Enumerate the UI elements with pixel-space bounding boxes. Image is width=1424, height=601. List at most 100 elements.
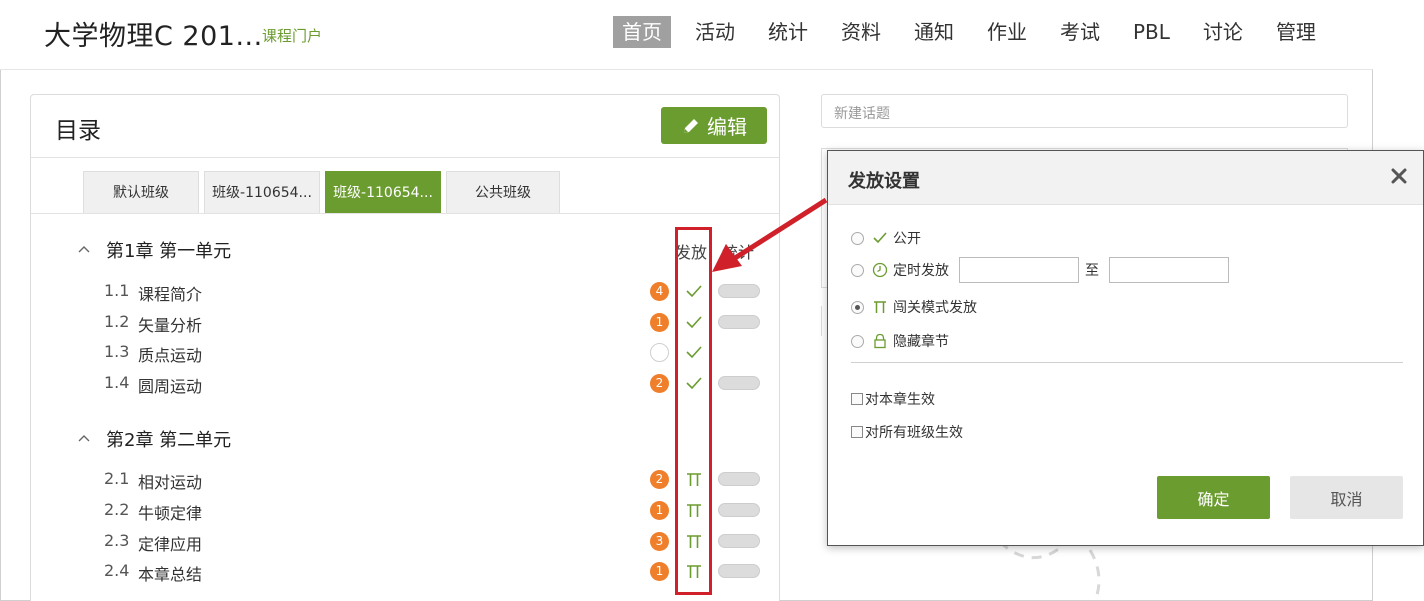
option-public[interactable]: 公开 xyxy=(851,227,921,249)
edit-button[interactable]: 编辑 xyxy=(661,107,767,144)
section-count-badge: 1 xyxy=(650,562,669,581)
chapter-header[interactable]: 第2章 第二单元 xyxy=(78,426,231,452)
new-topic-input[interactable]: 新建话题 xyxy=(821,94,1348,128)
nav-item[interactable]: 考试 xyxy=(1051,16,1109,48)
nav-item[interactable]: 资料 xyxy=(832,16,890,48)
section-name[interactable]: 矢量分析 xyxy=(138,312,202,336)
class-tab[interactable]: 班级-110654... xyxy=(204,171,320,213)
dialog-divider xyxy=(851,362,1403,363)
nav-item[interactable]: PBL xyxy=(1124,16,1179,48)
checkbox-this-chapter[interactable] xyxy=(851,393,863,405)
section-name[interactable]: 相对运动 xyxy=(138,469,202,493)
stats-toggle[interactable] xyxy=(718,534,760,548)
class-tab[interactable]: 默认班级 xyxy=(83,171,199,213)
close-icon[interactable] xyxy=(1388,165,1410,187)
catalog-divider xyxy=(31,157,779,158)
section-number: 1.3 xyxy=(104,342,130,361)
release-settings-dialog: 发放设置 公开 定时发放 至 闯关模式发放 隐藏章节 对本章生效 对所有班级生效… xyxy=(827,150,1424,546)
section-name[interactable]: 本章总结 xyxy=(138,561,202,585)
edit-button-label: 编辑 xyxy=(707,115,747,139)
dialog-title: 发放设置 xyxy=(848,171,920,192)
chapter-header[interactable]: 第1章 第一单元 xyxy=(78,237,231,263)
radio-hidden[interactable] xyxy=(851,334,864,348)
section-row[interactable]: 1.3 质点运动 xyxy=(104,340,764,366)
nav-item[interactable]: 活动 xyxy=(686,16,744,48)
column-header-stats: 统计 xyxy=(722,243,755,262)
timed-start-input[interactable] xyxy=(959,257,1079,283)
cancel-button[interactable]: 取消 xyxy=(1290,476,1403,519)
chevron-up-icon[interactable] xyxy=(78,244,90,256)
section-row[interactable]: 2.4 本章总结 1 xyxy=(104,559,764,585)
stats-toggle[interactable] xyxy=(718,472,760,486)
section-number: 2.4 xyxy=(104,561,130,580)
option-timed[interactable]: 定时发放 至 xyxy=(851,257,1229,283)
checkbox-all-classes[interactable] xyxy=(851,426,863,438)
radio-public[interactable] xyxy=(851,231,864,245)
tabs-divider xyxy=(31,213,779,214)
clock-icon xyxy=(872,262,888,278)
course-portal-link[interactable]: 课程门户 xyxy=(262,25,322,46)
checkbox-row-chapter[interactable]: 对本章生效 xyxy=(851,389,935,409)
timed-to-label: 至 xyxy=(1085,263,1099,279)
stats-toggle[interactable] xyxy=(718,284,760,298)
nav-item[interactable]: 首页 xyxy=(613,16,671,48)
option-gate[interactable]: 闯关模式发放 xyxy=(851,296,977,318)
section-count-badge: 3 xyxy=(650,532,669,551)
stats-toggle[interactable] xyxy=(718,503,760,517)
option-public-label: 公开 xyxy=(893,231,921,247)
pencil-icon xyxy=(684,118,698,133)
section-row[interactable]: 2.1 相对运动 2 xyxy=(104,467,764,493)
stats-toggle[interactable] xyxy=(718,315,760,329)
nav-item[interactable]: 管理 xyxy=(1267,16,1325,48)
option-timed-label: 定时发放 xyxy=(893,263,949,279)
section-row[interactable]: 1.1 课程简介 4 xyxy=(104,279,764,305)
section-name[interactable]: 牛顿定律 xyxy=(138,500,202,524)
timed-end-input[interactable] xyxy=(1109,257,1229,283)
radio-timed[interactable] xyxy=(851,263,864,277)
section-name[interactable]: 圆周运动 xyxy=(138,373,202,397)
section-number: 1.1 xyxy=(104,281,130,300)
confirm-button[interactable]: 确定 xyxy=(1157,476,1270,519)
chapter-title: 第2章 第二单元 xyxy=(106,430,232,451)
option-hidden[interactable]: 隐藏章节 xyxy=(851,330,949,352)
class-tab[interactable]: 班级-110654... xyxy=(325,171,441,213)
lock-icon xyxy=(874,333,886,349)
nav-item[interactable]: 通知 xyxy=(905,16,963,48)
nav-item[interactable]: 讨论 xyxy=(1194,16,1252,48)
chevron-up-icon[interactable] xyxy=(78,433,90,445)
nav-item[interactable]: 统计 xyxy=(759,16,817,48)
main-nav: 首页 活动 统计 资料 通知 作业 考试 PBL 讨论 管理 xyxy=(613,16,1340,48)
section-count-badge xyxy=(650,343,669,362)
section-row[interactable]: 1.4 圆周运动 2 xyxy=(104,371,764,397)
class-tab[interactable]: 公共班级 xyxy=(446,171,560,213)
section-count-badge: 2 xyxy=(650,470,669,489)
section-number: 2.1 xyxy=(104,469,130,488)
section-count-badge: 1 xyxy=(650,313,669,332)
section-count-badge: 1 xyxy=(650,501,669,520)
section-number: 2.3 xyxy=(104,531,130,550)
section-row[interactable]: 2.3 定律应用 3 xyxy=(104,529,764,555)
radio-gate[interactable] xyxy=(851,300,864,314)
checkbox-all-classes-label: 对所有班级生效 xyxy=(865,425,963,441)
option-gate-label: 闯关模式发放 xyxy=(893,300,977,316)
section-row[interactable]: 2.2 牛顿定律 1 xyxy=(104,498,764,524)
option-hidden-label: 隐藏章节 xyxy=(893,334,949,350)
section-name[interactable]: 定律应用 xyxy=(138,531,202,555)
stats-toggle[interactable] xyxy=(718,376,760,390)
release-column-highlight xyxy=(675,227,712,595)
decorative-dashed-curve xyxy=(998,540,1101,601)
section-name[interactable]: 质点运动 xyxy=(138,342,202,366)
check-icon xyxy=(873,232,887,244)
gate-icon xyxy=(874,301,886,313)
checkbox-this-chapter-label: 对本章生效 xyxy=(865,392,935,408)
nav-item[interactable]: 作业 xyxy=(978,16,1036,48)
chapter-title: 第1章 第一单元 xyxy=(106,241,232,262)
section-row[interactable]: 1.2 矢量分析 1 xyxy=(104,310,764,336)
section-name[interactable]: 课程简介 xyxy=(138,281,202,305)
section-count-badge: 4 xyxy=(650,282,669,301)
stats-toggle[interactable] xyxy=(718,564,760,578)
section-count-badge: 2 xyxy=(650,374,669,393)
checkbox-row-all-classes[interactable]: 对所有班级生效 xyxy=(851,422,963,442)
section-number: 2.2 xyxy=(104,500,130,519)
section-number: 1.2 xyxy=(104,312,130,331)
